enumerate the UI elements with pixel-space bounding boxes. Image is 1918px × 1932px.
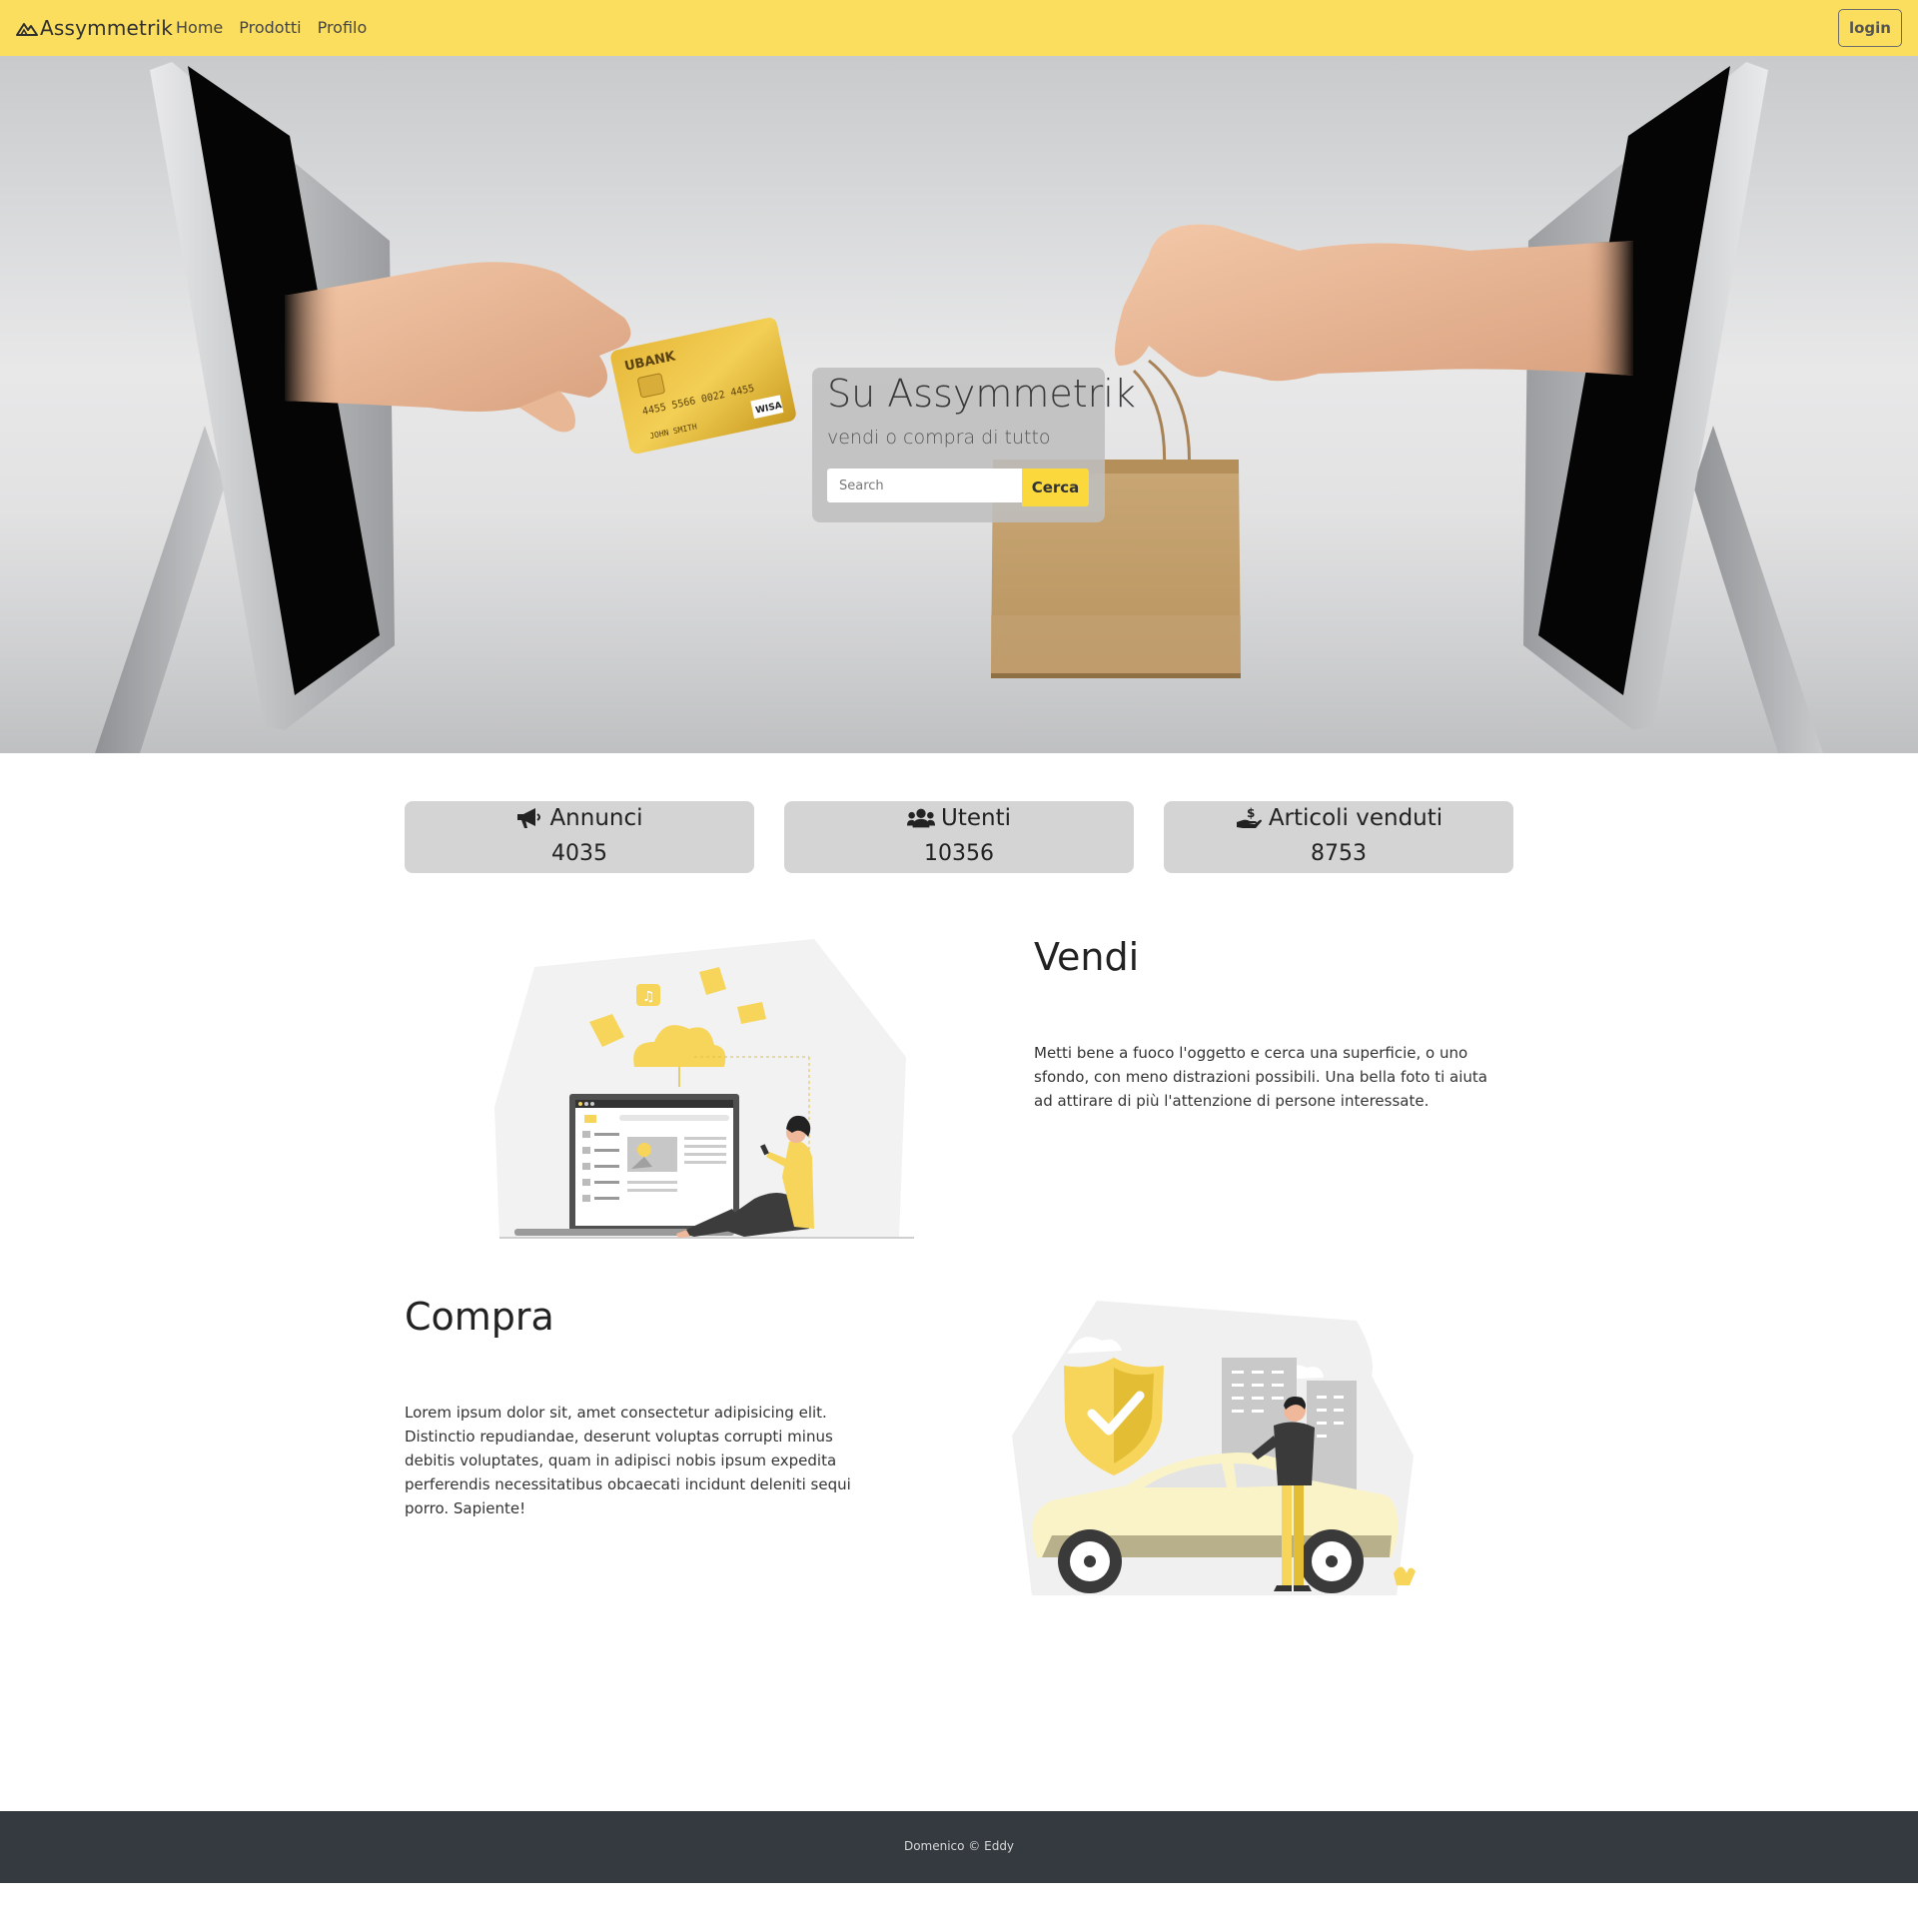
stat-header: Annunci (405, 805, 754, 831)
vendi-text: Metti bene a fuoco l'oggetto e cerca una… (1034, 1044, 1487, 1110)
stat-value: 4035 (551, 841, 607, 866)
brand-name: Assymmetrik (40, 16, 174, 40)
hero-subtitle: vendi o compra di tutto (827, 427, 1051, 449)
footer: Domenico © Eddy (0, 1811, 1918, 1883)
stat-value: 10356 (924, 841, 994, 866)
hero-title: Su Assymmetrik (827, 372, 1136, 416)
stat-value: 8753 (1311, 841, 1367, 866)
svg-text:$: $ (1247, 806, 1255, 820)
compra-title: Compra (405, 1295, 554, 1339)
hero-search-card: Su Assymmetrik vendi o compra di tutto C… (812, 368, 1136, 522)
stat-articoli-venduti: $ Articoli venduti 8753 (1164, 801, 1513, 873)
search-input[interactable] (827, 469, 1022, 502)
nav-links: Home Prodotti Profilo (176, 18, 367, 37)
stat-header: Utenti (784, 805, 1134, 831)
search-button[interactable]: Cerca (1022, 469, 1089, 506)
person-with-laptop-cloud-illustration: ♫ (494, 939, 914, 1239)
compra-text: Lorem ipsum dolor sit, amet consectetur … (405, 1404, 851, 1517)
users-icon (907, 808, 935, 828)
navbar: Assymmetrik Home Prodotti Profilo login (0, 0, 1918, 56)
svg-text:♫: ♫ (642, 989, 655, 1005)
vendi-title: Vendi (1034, 935, 1140, 979)
hero-banner: UBANK 4455 5566 0022 4455 JOHN SMITH WIS… (0, 56, 1918, 753)
stat-utenti: Utenti 10356 (784, 801, 1134, 873)
person-with-car-shield-illustration (1012, 1301, 1416, 1595)
nav-profilo[interactable]: Profilo (318, 18, 368, 37)
stat-label: Articoli venduti (1268, 805, 1443, 831)
megaphone-icon (517, 808, 541, 828)
stat-annunci: Annunci 4035 (405, 801, 754, 873)
stat-label: Annunci (549, 805, 643, 831)
login-button[interactable]: login (1838, 9, 1902, 47)
hand-holding-dollar-icon: $ (1236, 806, 1262, 828)
nav-prodotti[interactable]: Prodotti (239, 18, 301, 37)
nav-home[interactable]: Home (176, 18, 223, 37)
footer-credit: Domenico © Eddy (903, 1839, 1015, 1853)
brand-link[interactable]: Assymmetrik (16, 15, 173, 41)
credit-card: UBANK 4455 5566 0022 4455 JOHN SMITH WIS… (610, 318, 796, 455)
stat-label: Utenti (941, 805, 1011, 831)
mountains-logo-icon (16, 23, 38, 36)
stat-header: $ Articoli venduti (1164, 805, 1513, 831)
